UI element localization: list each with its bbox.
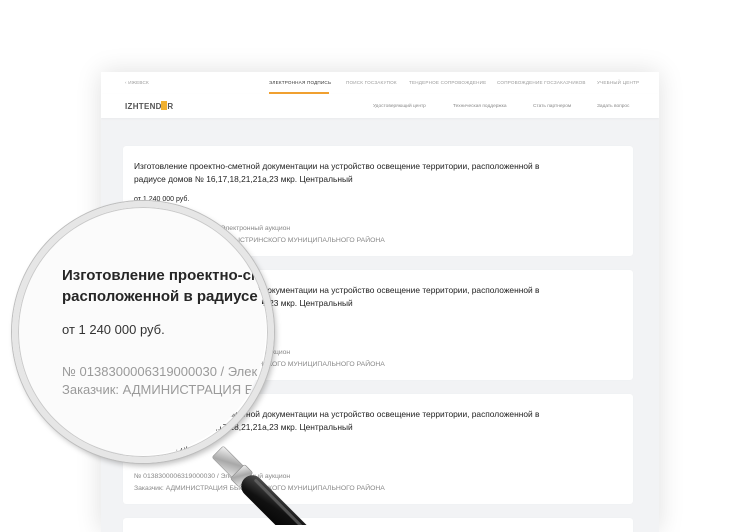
link-tech-support[interactable]: Техническая поддержка [453, 104, 507, 109]
tender-title[interactable]: Изготовление проектно-сметной документац… [134, 160, 554, 186]
tab-procurement-search[interactable]: ПОИСК ГОСЗАКУПОК [346, 80, 397, 85]
link-ask-question[interactable]: Задать вопрос [597, 104, 629, 109]
tender-customer: Заказчик: АДМИНИСТРАЦИЯ БЫСТРИНСКОГО МУН… [134, 361, 385, 368]
tender-card[interactable]: Изготовление проектно-сметной документац… [123, 146, 633, 256]
logo-mark-icon [161, 101, 167, 110]
tender-price: от 1 240 000 руб. [134, 196, 190, 203]
tab-electronic-signature[interactable]: ЭЛЕКТРОННАЯ ПОДПИСЬ [269, 80, 331, 85]
tender-customer: Заказчик: АДМИНИСТРАЦИЯ БЫСТРИНСКОГО МУН… [134, 485, 385, 492]
link-become-partner[interactable]: Стать партнером [533, 104, 571, 109]
tender-card[interactable] [123, 518, 633, 532]
browser-window: ‹ ИЖЕВСК ЭЛЕКТРОННАЯ ПОДПИСЬ ПОИСК ГОСЗА… [101, 72, 659, 532]
city-selector[interactable]: ‹ ИЖЕВСК [125, 80, 149, 85]
top-navigation: ‹ ИЖЕВСК ЭЛЕКТРОННАЯ ПОДПИСЬ ПОИСК ГОСЗА… [101, 72, 659, 95]
site-header: IZHTENDER Удостоверяющий центр Техническ… [101, 94, 659, 118]
tab-training-center[interactable]: УЧЕБНЫЙ ЦЕНТР [597, 80, 639, 85]
tender-number: № 0138300006319000030 / Электронный аукц… [134, 473, 291, 480]
tab-tender-support[interactable]: ТЕНДЕРНОЕ СОПРОВОЖДЕНИЕ [409, 80, 486, 85]
tender-number: № 0138300006319000030 / Электронный аукц… [134, 349, 291, 356]
tender-card[interactable]: Изготовление проектно-сметной документац… [123, 394, 633, 504]
tender-price: от 1 240 000 руб. [134, 444, 190, 451]
link-certification-center[interactable]: Удостоверяющий центр [373, 104, 426, 109]
tender-title[interactable]: Изготовление проектно-сметной документац… [134, 408, 554, 434]
tender-title[interactable]: Изготовление проектно-сметной документац… [134, 284, 554, 310]
tender-price: от 1 240 000 руб. [134, 320, 190, 327]
tender-customer: Заказчик: АДМИНИСТРАЦИЯ БЫСТРИНСКОГО МУН… [134, 237, 385, 244]
tender-number: № 0138300006319000030 / Электронный аукц… [134, 225, 291, 232]
tab-customer-support[interactable]: СОПРОВОЖДЕНИЕ ГОСЗАКАЗЧИКОВ [497, 80, 586, 85]
tender-card[interactable]: Изготовление проектно-сметной документац… [123, 270, 633, 380]
